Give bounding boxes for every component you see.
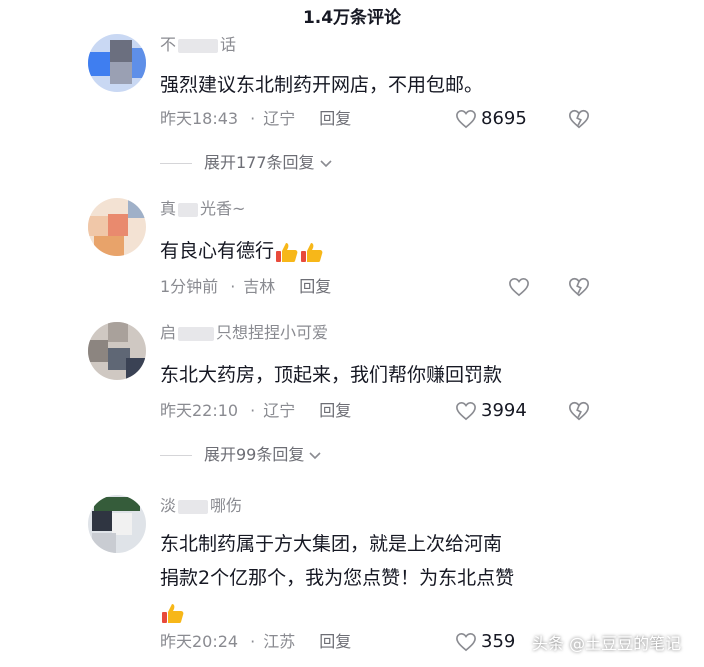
like-button[interactable]: 8695	[455, 106, 527, 132]
thumbs-up-emoji	[275, 240, 299, 264]
reply-button[interactable]: 回复	[319, 632, 351, 651]
dislike-icon[interactable]	[568, 108, 590, 130]
comment-username[interactable]: 淡哪伤	[160, 495, 242, 517]
comment-location: 吉林	[243, 277, 276, 296]
like-count: 359	[481, 631, 516, 652]
expand-replies-label: 展开177条回复	[204, 153, 315, 172]
comment-time: 昨天20:24	[160, 632, 239, 651]
heart-icon	[456, 632, 476, 652]
divider	[160, 455, 192, 456]
comment-meta: 昨天20:24 · 江苏 回复	[160, 629, 355, 655]
comment-username[interactable]: 不话	[160, 34, 236, 56]
comment-location: 辽宁	[263, 109, 296, 128]
comment-text: 强烈建议东北制药开网店，不用包邮。	[160, 74, 484, 96]
heart-icon	[509, 277, 529, 297]
expand-replies-button[interactable]: 展开99条回复	[160, 442, 322, 468]
comment-username[interactable]: 真光香~	[160, 198, 245, 220]
dislike-icon[interactable]	[568, 276, 590, 298]
comment-username[interactable]: 启只想捏捏小可爱	[160, 322, 328, 344]
comment-text: 有良心有德行	[160, 234, 620, 268]
heart-icon	[456, 401, 476, 421]
avatar[interactable]	[88, 34, 146, 92]
comment-text: 东北制药属于方大集团，就是上次给河南 捐款2个亿那个，我为您点赞！为东北点赞	[160, 527, 620, 629]
like-count: 3994	[481, 400, 527, 421]
avatar[interactable]	[88, 322, 146, 380]
watermark: 头条 @土豆豆的笔记	[532, 634, 682, 653]
heart-icon	[456, 109, 476, 129]
comment-meta: 昨天22:10 · 辽宁 回复	[160, 398, 355, 424]
comment-text-content: 有良心有德行	[160, 240, 275, 262]
chevron-down-icon	[319, 159, 332, 167]
reply-button[interactable]: 回复	[299, 277, 331, 296]
separator: ·	[230, 277, 236, 296]
comment-meta: 昨天18:43 · 辽宁 回复	[160, 106, 355, 132]
comment-location: 江苏	[263, 632, 296, 651]
reply-button[interactable]: 回复	[319, 401, 351, 420]
expand-replies-button[interactable]: 展开177条回复	[160, 150, 333, 176]
comment-text-line: 东北制药属于方大集团，就是上次给河南	[160, 533, 503, 555]
comment-location: 辽宁	[263, 401, 296, 420]
separator: ·	[250, 109, 256, 128]
divider	[160, 163, 192, 164]
reply-button[interactable]: 回复	[319, 109, 351, 128]
thumbs-up-emoji	[161, 601, 185, 625]
comment-meta: 1分钟前 · 吉林 回复	[160, 274, 335, 300]
avatar[interactable]	[88, 198, 146, 256]
like-count: 8695	[481, 108, 527, 129]
thumbs-up-emoji	[300, 240, 324, 264]
comment-text-line: 捐款2个亿那个，我为您点赞！为东北点赞	[160, 567, 515, 589]
comment-time: 昨天22:10	[160, 401, 239, 420]
comment-text: 东北大药房，顶起来，我们帮你赚回罚款	[160, 364, 503, 386]
comment-time: 1分钟前	[160, 277, 219, 296]
chevron-down-icon	[309, 451, 321, 459]
separator: ·	[250, 401, 256, 420]
like-button[interactable]	[508, 274, 534, 300]
separator: ·	[250, 632, 256, 651]
like-button[interactable]: 359	[455, 629, 515, 655]
comments-count-title: 1.4万条评论	[302, 8, 402, 28]
avatar[interactable]	[88, 495, 146, 553]
dislike-icon[interactable]	[568, 400, 590, 422]
expand-replies-label: 展开99条回复	[204, 445, 305, 464]
comment-time: 昨天18:43	[160, 109, 239, 128]
like-button[interactable]: 3994	[455, 398, 527, 424]
